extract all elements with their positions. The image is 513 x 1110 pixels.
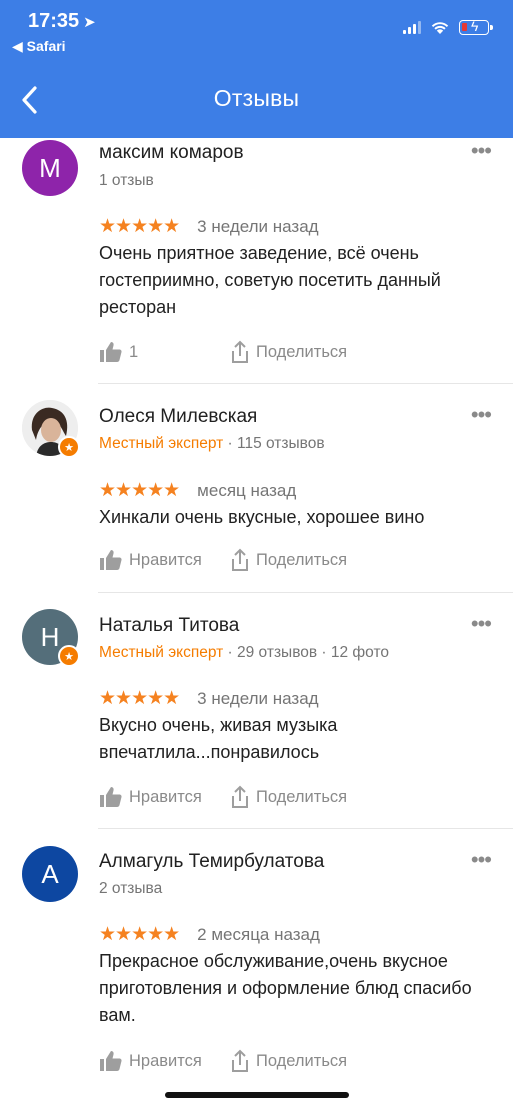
star-rating: ★★★★★ xyxy=(99,216,180,237)
more-options-icon[interactable]: ••• xyxy=(471,402,492,428)
share-label: Поделиться xyxy=(256,787,348,806)
local-expert-label[interactable]: Местный эксперт xyxy=(99,644,223,661)
share-button[interactable]: Поделиться xyxy=(230,785,347,809)
thumbs-up-icon xyxy=(100,550,122,570)
reviewer-meta: 2 отзыва xyxy=(99,880,162,898)
reviewer-meta: 1 отзыв xyxy=(99,172,154,190)
review-card: ★ Олеся Милевская Местный эксперт · 115 … xyxy=(0,384,513,593)
more-options-icon[interactable]: ••• xyxy=(471,138,492,164)
like-label: Нравится xyxy=(129,550,202,569)
avatar[interactable]: A xyxy=(22,846,78,902)
reviewer-meta: Местный эксперт · 115 отзывов xyxy=(99,435,325,453)
avatar-letter: М xyxy=(39,152,61,183)
expert-badge-icon: ★ xyxy=(58,645,80,667)
location-arrow-icon: ➤ xyxy=(83,14,96,31)
reviews-count: · 115 отзывов xyxy=(227,435,325,452)
reviewer-meta: Местный эксперт · 29 отзывов · 12 фото xyxy=(99,644,389,662)
share-label: Поделиться xyxy=(256,1051,348,1070)
star-rating: ★★★★★ xyxy=(99,924,180,945)
cellular-signal-icon xyxy=(403,21,421,34)
review-date: 3 недели назад xyxy=(197,688,319,708)
review-date: 2 месяца назад xyxy=(197,924,320,944)
page-title: Отзывы xyxy=(213,85,300,111)
review-actions: Нравится Поделиться xyxy=(99,548,347,571)
share-icon xyxy=(232,1049,248,1072)
share-button[interactable]: Поделиться xyxy=(230,548,347,572)
thumbs-up-icon xyxy=(100,342,122,362)
review-card: М максим комаров 1 отзыв ••• ★★★★★ 3 нед… xyxy=(0,138,513,384)
local-expert-label[interactable]: Местный эксперт xyxy=(99,435,223,452)
home-indicator[interactable] xyxy=(165,1092,349,1098)
review-card: Н ★ Наталья Титова Местный эксперт · 29 … xyxy=(0,593,513,829)
review-card: A Алмагуль Темирбулатова 2 отзыва ••• ★★… xyxy=(0,829,513,1089)
share-button[interactable]: Поделиться xyxy=(230,1049,347,1073)
share-button[interactable]: Поделиться xyxy=(230,340,347,364)
reviews-count: 2 отзыва xyxy=(99,880,163,897)
thumbs-up-icon xyxy=(100,1051,122,1071)
rating-row: ★★★★★ 3 недели назад xyxy=(99,215,319,238)
rating-row: ★★★★★ 3 недели назад xyxy=(99,687,319,710)
review-date: месяц назад xyxy=(197,480,297,500)
reviewer-name[interactable]: Алмагуль Темирбулатова xyxy=(99,851,324,873)
battery-icon: ϟ xyxy=(459,18,493,35)
star-rating: ★★★★★ xyxy=(99,480,180,501)
top-bar: 17:35 ➤ ◀ Safari ϟ Отзывы xyxy=(0,0,513,138)
like-button[interactable]: Нравится xyxy=(99,549,202,571)
more-options-icon[interactable]: ••• xyxy=(471,611,492,637)
rating-row: ★★★★★ месяц назад xyxy=(99,479,296,502)
like-button[interactable]: Нравится xyxy=(99,1050,202,1072)
review-actions: Нравится Поделиться xyxy=(99,1049,347,1072)
expert-badge-icon: ★ xyxy=(58,436,80,458)
review-actions: Нравится Поделиться xyxy=(99,785,347,808)
like-button[interactable]: 1 xyxy=(99,341,138,363)
avatar[interactable]: М xyxy=(22,140,78,196)
share-icon xyxy=(232,548,248,571)
review-actions: 1 Поделиться xyxy=(99,340,347,363)
review-text: Хинкали очень вкусные, хорошее вино xyxy=(99,507,425,527)
share-label: Поделиться xyxy=(256,550,348,569)
like-label: Нравится xyxy=(129,1051,202,1070)
reviews-count: 1 отзыв xyxy=(99,172,154,189)
like-button[interactable]: Нравится xyxy=(99,786,202,808)
star-rating: ★★★★★ xyxy=(99,688,180,709)
share-icon xyxy=(232,785,248,808)
more-options-icon[interactable]: ••• xyxy=(471,847,492,873)
avatar[interactable]: Н ★ xyxy=(22,609,80,667)
status-time-text: 17:35 xyxy=(28,10,80,32)
back-to-safari[interactable]: ◀ Safari xyxy=(12,38,66,55)
wifi-icon xyxy=(431,22,449,34)
like-label: 1 xyxy=(129,342,139,361)
rating-row: ★★★★★ 2 месяца назад xyxy=(99,923,320,946)
avatar-letter: A xyxy=(41,858,59,889)
share-label: Поделиться xyxy=(256,342,348,361)
review-date: 3 недели назад xyxy=(197,216,319,236)
avatar[interactable]: ★ xyxy=(22,400,80,458)
share-icon xyxy=(232,340,248,363)
avatar-letter: Н xyxy=(40,621,60,652)
reviews-count: · 29 отзывов · 12 фото xyxy=(227,644,390,661)
reviewer-name[interactable]: Наталья Титова xyxy=(99,615,239,637)
reviewer-name[interactable]: максим комаров xyxy=(99,142,244,164)
like-label: Нравится xyxy=(129,787,202,806)
review-text: Прекрасное обслуживание,очень вкусное пр… xyxy=(99,951,472,1025)
review-text: Очень приятное заведение, всё очень гост… xyxy=(99,243,441,317)
review-text: Вкусно очень, живая музыка впечатлила...… xyxy=(99,715,338,762)
status-time: 17:35 ➤ xyxy=(28,10,96,33)
thumbs-up-icon xyxy=(100,787,122,807)
status-icons: ϟ xyxy=(403,18,493,35)
reviewer-name[interactable]: Олеся Милевская xyxy=(99,406,257,428)
